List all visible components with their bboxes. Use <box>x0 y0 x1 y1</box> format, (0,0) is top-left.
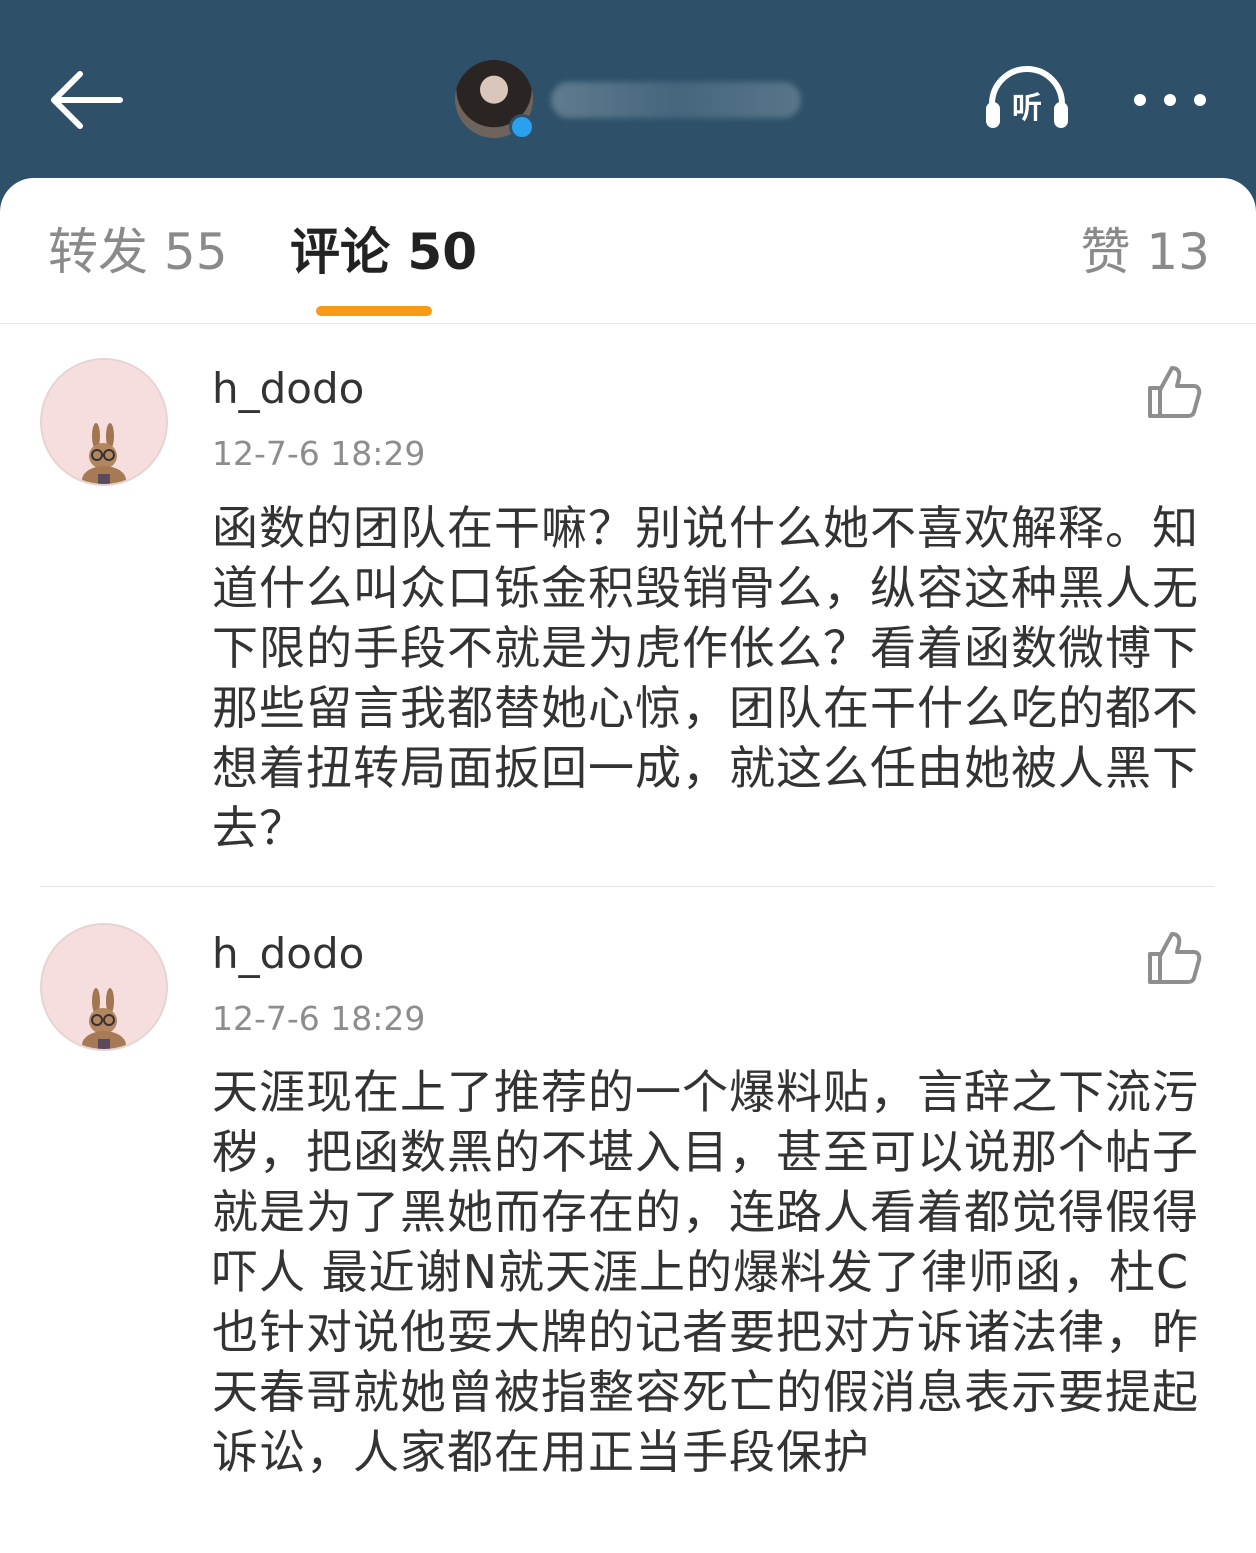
back-button[interactable] <box>44 66 128 134</box>
comment-username[interactable]: h_dodo <box>212 364 364 414</box>
like-button[interactable] <box>1144 928 1204 988</box>
author-name-blurred <box>551 82 801 118</box>
thumbs-up-icon <box>1148 366 1202 418</box>
comment-text: 天涯现在上了推荐的一个爆料贴，言辞之下流污秽，把函数黑的不堪入目，甚至可以说那个… <box>212 1065 1199 1479</box>
listen-button[interactable]: 听 <box>984 66 1070 132</box>
more-options-button[interactable] <box>1130 80 1210 120</box>
thumbs-up-icon <box>1148 932 1202 984</box>
comment-username[interactable]: h_dodo <box>212 929 364 979</box>
more-dots-icon <box>1134 94 1206 106</box>
active-tab-indicator <box>316 306 432 316</box>
avatar[interactable] <box>40 358 168 486</box>
comment-timestamp: 12-7-6 18:29 <box>212 434 426 473</box>
verified-badge-icon <box>509 114 535 140</box>
listen-label: 听 <box>1012 91 1042 126</box>
headphones-icon: 听 <box>986 66 1068 128</box>
rabbit-avatar-icon <box>82 423 126 484</box>
tab-likes[interactable]: 赞 13 <box>1080 222 1210 282</box>
comment-timestamp: 12-7-6 18:29 <box>212 999 426 1038</box>
tab-repost[interactable]: 转发 55 <box>48 222 228 282</box>
comment-text: 函数的团队在干嘛？别说什么她不喜欢解释。知道什么叫众口铄金积毁销骨么，纵容这种黑… <box>212 501 1199 855</box>
tab-comments[interactable]: 评论 50 <box>290 222 477 282</box>
arrow-left-icon <box>51 71 123 129</box>
author-profile[interactable] <box>455 60 815 140</box>
rabbit-avatar-icon <box>82 988 126 1049</box>
tab-bar: 转发 55 评论 50 赞 13 <box>0 178 1256 324</box>
avatar[interactable] <box>40 923 168 1051</box>
top-nav-bar: 听 <box>0 0 1256 200</box>
content-card: 转发 55 评论 50 赞 13 h_dodo 12-7-6 18:29 函数的… <box>0 178 1256 1553</box>
comment-divider <box>40 886 1214 887</box>
like-button[interactable] <box>1144 362 1204 422</box>
